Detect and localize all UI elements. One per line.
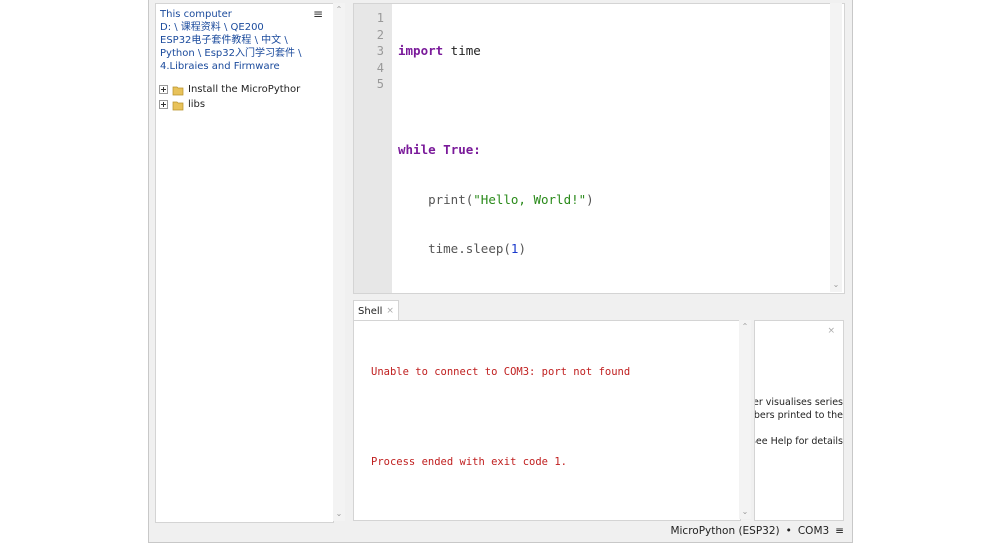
expand-icon[interactable] (159, 100, 168, 109)
thonny-window: This computer D: \ 课程资料 \ QE200 ESP32电子套… (148, 0, 853, 543)
keyword: import (398, 43, 444, 58)
scroll-up-icon[interactable]: ⌃ (333, 5, 345, 15)
code-line-2[interactable] (398, 93, 594, 110)
line-number-gutter: 1 2 3 4 5 (354, 4, 392, 293)
code-line-4[interactable]: print("Hello, World!") (398, 192, 594, 209)
breadcrumb-part[interactable]: D: \ 课程资料 \ QE200 (160, 21, 320, 34)
tree-item-install-micropython[interactable]: Install the MicroPythor (159, 82, 329, 97)
code-text[interactable]: import time while True: print("Hello, Wo… (398, 10, 594, 291)
plotter-hint: See Help for details (754, 436, 843, 447)
folder-icon (172, 84, 184, 96)
punctuation: : (473, 142, 481, 157)
folder-icon (172, 99, 184, 111)
editor-scrollbar[interactable]: ⌄ (830, 3, 842, 292)
close-icon[interactable]: × (827, 326, 835, 336)
line-number: 5 (376, 77, 384, 91)
line-number: 1 (376, 11, 384, 25)
line-number: 4 (376, 60, 384, 75)
identifier: time (443, 43, 481, 58)
string-literal: "Hello, World!" (473, 191, 587, 207)
scroll-up-icon[interactable]: ⌃ (739, 322, 751, 332)
code-line-3[interactable]: while True: (398, 142, 594, 159)
expand-icon[interactable] (159, 85, 168, 94)
breadcrumb-part[interactable]: This computer (160, 8, 320, 21)
line-number: 3 (376, 44, 384, 58)
code-line-1[interactable]: import time (398, 43, 594, 60)
path-breadcrumb[interactable]: This computer D: \ 课程资料 \ QE200 ESP32电子套… (160, 8, 320, 73)
file-tree: Install the MicroPythor libs (159, 82, 329, 112)
function-call: print( (428, 191, 474, 207)
shell-line: Unable to connect to COM3: port not foun… (371, 366, 631, 378)
tree-item-label: Install the MicroPythor (188, 84, 301, 95)
plotter-pane: × tter visualises series bers printed to… (754, 320, 844, 521)
tab-shell[interactable]: Shell × (353, 300, 399, 321)
shell-line: Process ended with exit code 1. (371, 456, 567, 468)
code-editor[interactable]: 1 2 3 4 5 import time while True: print(… (353, 3, 845, 294)
status-bar: MicroPython (ESP32) • COM3 ≡ (670, 525, 844, 537)
files-menu-icon[interactable]: ≡ (313, 7, 323, 21)
files-pane: This computer D: \ 课程资料 \ QE200 ESP32电子套… (155, 3, 334, 523)
code-line-5[interactable]: time.sleep(1) (398, 241, 594, 258)
shell-output: Unable to connect to COM3: port not foun… (371, 335, 630, 500)
line-number: 2 (376, 27, 384, 42)
breadcrumb-part[interactable]: 4.Libraies and Firmware (160, 60, 320, 73)
scroll-down-icon[interactable]: ⌄ (333, 509, 345, 519)
menu-icon[interactable]: ≡ (835, 525, 844, 537)
tree-item-label: libs (188, 99, 206, 110)
function-call: time.sleep( (428, 241, 511, 256)
punctuation: ) (518, 241, 526, 256)
keyword: True (443, 142, 474, 157)
files-scrollbar[interactable]: ⌃ ⌄ (333, 3, 345, 521)
breadcrumb-part[interactable]: Python \ Esp32入门学习套件 \ (160, 47, 320, 60)
port-label[interactable]: COM3 (798, 525, 829, 537)
breadcrumb-part[interactable]: ESP32电子套件教程 \ 中文 \ (160, 34, 320, 47)
shell-console[interactable]: Unable to connect to COM3: port not foun… (353, 320, 741, 521)
close-icon[interactable]: × (386, 306, 394, 316)
keyword: while (398, 142, 436, 157)
scroll-down-icon[interactable]: ⌄ (830, 280, 842, 290)
scroll-down-icon[interactable]: ⌄ (739, 507, 751, 517)
shell-scrollbar[interactable]: ⌃ ⌄ (739, 320, 751, 519)
plotter-hint: bers printed to the (754, 410, 843, 421)
tab-label: Shell (358, 305, 383, 317)
tree-item-libs[interactable]: libs (159, 97, 329, 112)
interpreter-selector[interactable]: MicroPython (ESP32) (670, 525, 779, 537)
punctuation: ) (586, 191, 594, 207)
status-separator: • (785, 525, 792, 537)
plotter-hint: tter visualises series (754, 397, 843, 408)
